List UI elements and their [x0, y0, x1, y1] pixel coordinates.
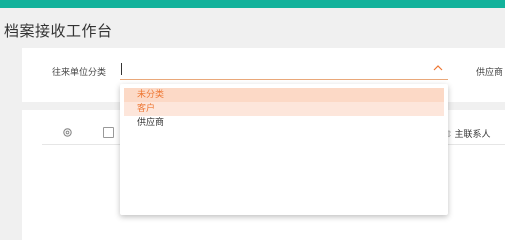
- select-all-checkbox[interactable]: [103, 127, 114, 138]
- page-title: 档案接收工作台: [4, 22, 113, 40]
- unit-category-label: 往来单位分类: [52, 68, 107, 78]
- column-main-contact[interactable]: ⇕ 主联系人: [445, 127, 491, 140]
- option-customer[interactable]: 客户: [124, 102, 444, 116]
- column-main-contact-label: 主联系人: [454, 130, 491, 140]
- option-supplier[interactable]: 供应商: [124, 116, 444, 130]
- gear-icon[interactable]: [62, 127, 73, 138]
- chevron-up-icon[interactable]: [432, 62, 444, 74]
- option-uncategorized[interactable]: 未分类: [124, 88, 444, 102]
- text-cursor: [121, 63, 122, 75]
- supplier-label: 供应商: [476, 68, 504, 78]
- unit-category-select[interactable]: [120, 62, 448, 80]
- unit-category-dropdown: 未分类 客户 供应商: [120, 84, 448, 215]
- top-accent-bar: [0, 0, 505, 8]
